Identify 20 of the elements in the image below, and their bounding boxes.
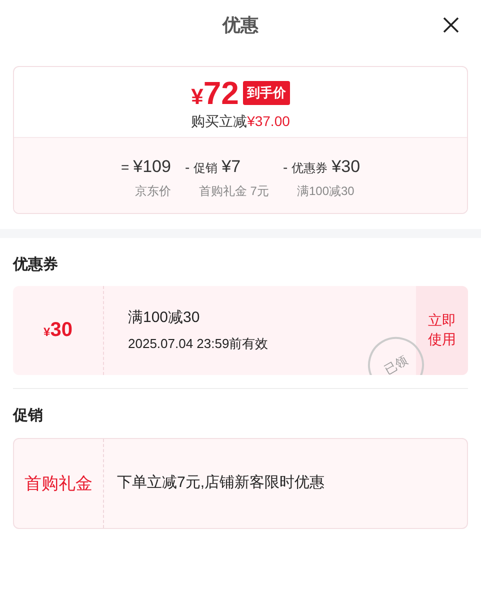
breakdown-note: 满100减30 — [296, 182, 356, 200]
close-button[interactable] — [441, 15, 461, 35]
promotion-description: 下单立减7元,店铺新客限时优惠 — [117, 473, 325, 494]
breakdown-note: 京东价 — [134, 182, 171, 200]
final-price-badge: 到手价 — [242, 81, 290, 105]
breakdown-note: 首购礼金 7元 — [198, 182, 269, 200]
close-icon — [442, 16, 460, 34]
sheet-title: 优惠 — [222, 14, 258, 36]
section-heading: 促销 — [13, 406, 44, 426]
breakdown-amount: - 促销 ¥7 — [184, 156, 242, 178]
final-price: ¥72 — [191, 77, 239, 109]
coupon-validity: 2025.07.04 23:59前有效 — [128, 334, 270, 352]
coupon-condition: 满100减30 — [128, 308, 201, 328]
saving-text: 购买立减¥37.00 — [191, 112, 290, 131]
coupon-amount: ¥30 — [44, 318, 72, 343]
promotion-tag: 首购礼金 — [24, 470, 92, 496]
section-heading: 优惠券 — [13, 255, 59, 275]
breakdown-amount: = ¥109 — [120, 156, 171, 178]
use-now-button[interactable]: 立即使用 — [416, 286, 468, 374]
breakdown-amount: - 优惠券 ¥30 — [282, 156, 360, 178]
